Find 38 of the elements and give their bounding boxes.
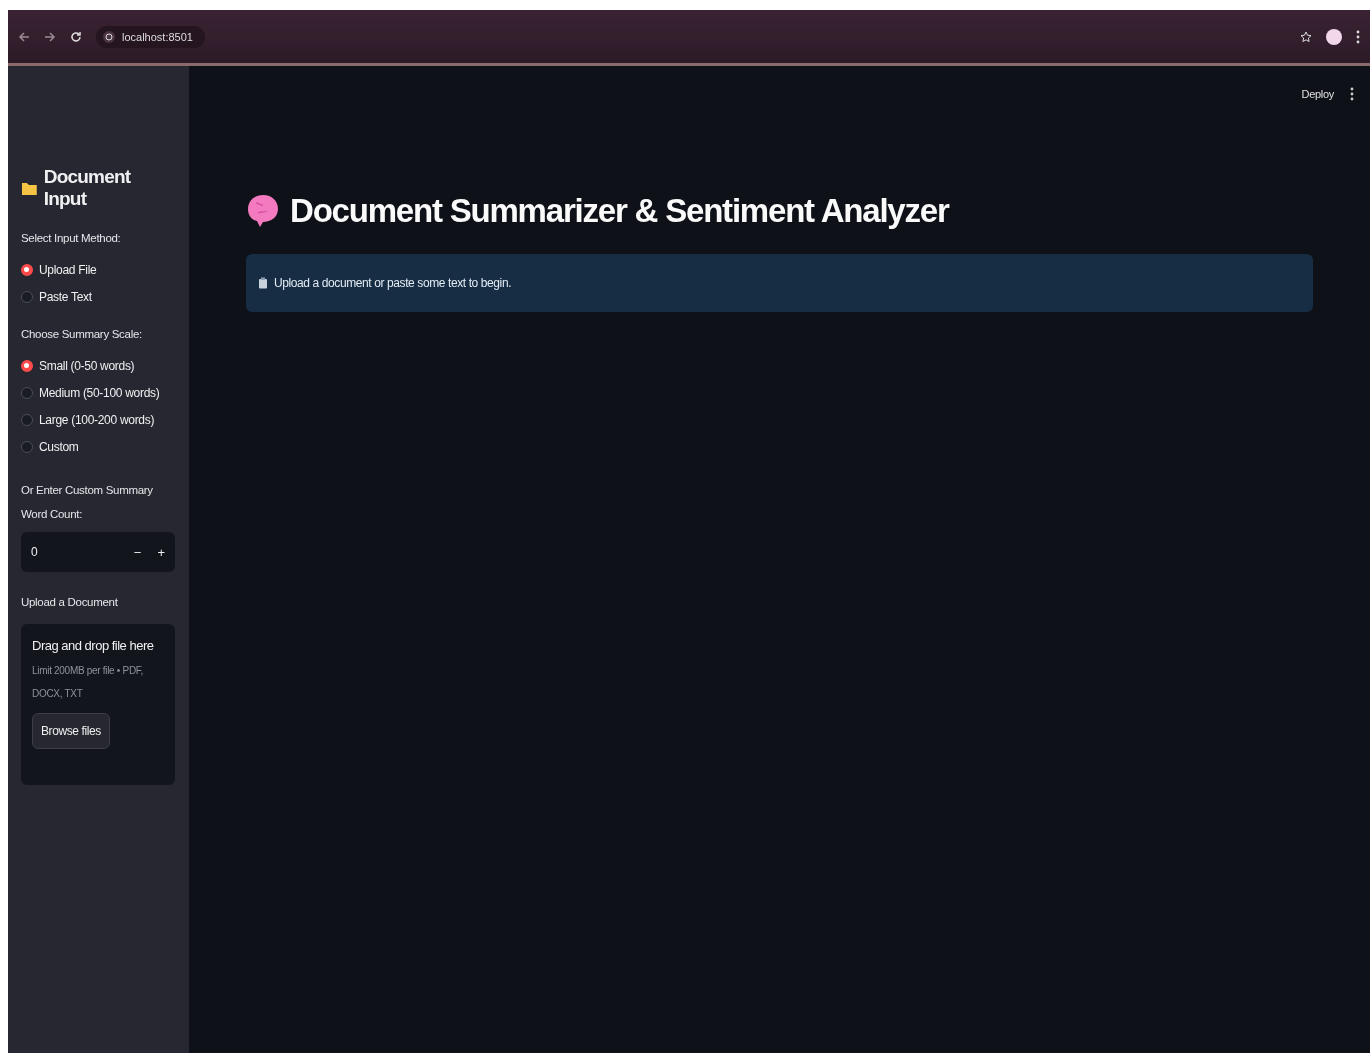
field-label: Or Enter Custom Summary Word Count: xyxy=(21,483,154,522)
reload-icon[interactable] xyxy=(70,30,82,43)
radio-label[interactable]: Custom xyxy=(39,439,79,454)
page-title: Document Summarizer & Sentiment Analyzer xyxy=(290,192,949,230)
radio-label[interactable]: Paste Text xyxy=(39,289,92,304)
radio-button[interactable] xyxy=(21,413,33,426)
number-input[interactable]: 0 − + xyxy=(21,532,175,572)
radio-button[interactable] xyxy=(21,263,33,276)
star-icon[interactable] xyxy=(1300,30,1312,43)
clipboard-icon xyxy=(258,277,268,289)
site-info-icon[interactable] xyxy=(102,29,116,44)
deploy-button[interactable]: Deploy xyxy=(1299,86,1336,102)
field-label: Select Input Method: xyxy=(21,232,122,244)
file-limit-text: Limit 200MB per file • PDF, DOCX, TXT xyxy=(32,664,144,701)
radio-label[interactable]: Small (0-50 words) xyxy=(39,358,135,373)
increment-button[interactable]: + xyxy=(155,544,167,560)
radio-label[interactable]: Upload File xyxy=(39,262,97,277)
forward-arrow-icon[interactable] xyxy=(44,30,56,43)
field-label: Upload a Document xyxy=(21,595,119,610)
radio-label[interactable]: Large (100-200 words) xyxy=(39,412,155,427)
more-options-icon[interactable] xyxy=(1350,87,1354,101)
radio-button[interactable] xyxy=(21,290,33,303)
radio-button[interactable] xyxy=(21,386,33,399)
radio-label[interactable]: Medium (50-100 words) xyxy=(39,385,160,400)
browse-files-button[interactable]: Browse files xyxy=(32,713,110,749)
decrement-button[interactable]: − xyxy=(131,544,144,560)
radio-button[interactable] xyxy=(21,359,33,372)
info-text: Upload a document or paste some text to begin. xyxy=(274,276,512,290)
menu-icon[interactable] xyxy=(1356,29,1360,44)
back-arrow-icon[interactable] xyxy=(18,30,30,43)
sidebar-title: Document Input xyxy=(43,166,132,210)
address-bar[interactable]: localhost:8501 xyxy=(96,25,205,48)
radio-button[interactable] xyxy=(21,440,33,453)
url-text: localhost:8501 xyxy=(122,30,193,43)
field-label: Choose Summary Scale: xyxy=(21,328,143,340)
file-dropzone[interactable]: Drag and drop file here Limit 200MB per file • PDF, DOCX, TXT Browse files xyxy=(21,624,175,785)
profile-avatar[interactable] xyxy=(1326,28,1342,45)
dropzone-text: Drag and drop file here xyxy=(32,638,155,653)
